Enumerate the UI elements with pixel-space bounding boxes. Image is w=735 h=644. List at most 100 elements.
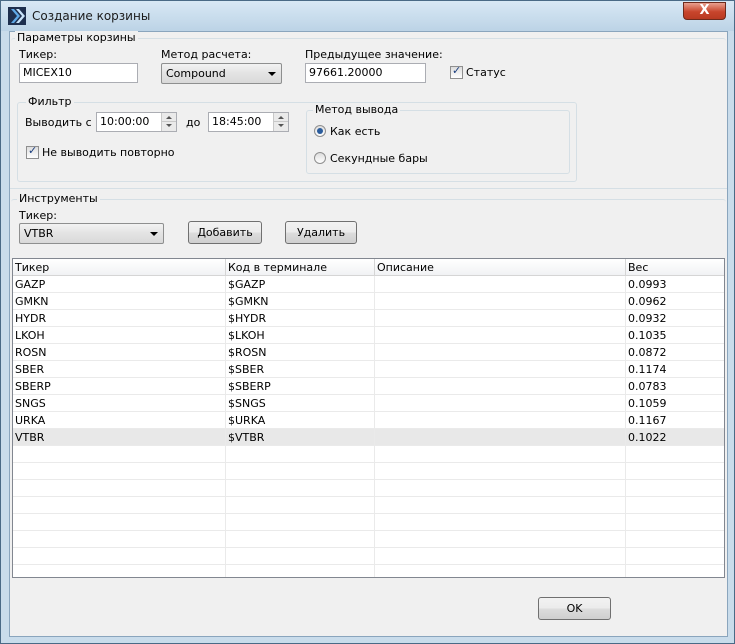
- from-time-input[interactable]: 10:00:00: [96, 112, 177, 132]
- cell-code: $SBER: [226, 361, 375, 378]
- cell-code: $ROSN: [226, 344, 375, 361]
- cell-ticker: GAZP: [13, 276, 226, 293]
- spin-down-icon[interactable]: [161, 122, 176, 131]
- column-header-code[interactable]: Код в терминале: [226, 259, 375, 276]
- instruments-table[interactable]: Тикер Код в терминале Описание Вес GAZP $…: [12, 258, 725, 578]
- instrument-ticker-value: VTBR: [24, 227, 54, 240]
- basket-params-legend: Параметры корзины: [15, 31, 138, 44]
- cell-weight: 0.0872: [626, 344, 724, 361]
- cell-ticker: SBERP: [13, 378, 226, 395]
- to-time-value: 18:45:00: [212, 115, 262, 128]
- cell-weight: 0.0993: [626, 276, 724, 293]
- spin-up-icon[interactable]: [161, 113, 176, 122]
- cell-ticker: VTBR: [13, 429, 226, 446]
- table-row[interactable]: [13, 446, 724, 463]
- second-bars-radio[interactable]: [314, 152, 326, 164]
- table-row[interactable]: SBER $SBER 0.1174: [13, 361, 724, 378]
- cell-ticker: URKA: [13, 412, 226, 429]
- cell-description: [375, 497, 626, 514]
- cell-weight: [626, 497, 724, 514]
- section-divider: [10, 188, 727, 189]
- cell-description: [375, 293, 626, 310]
- as-is-radio[interactable]: [314, 125, 326, 137]
- cell-description: [375, 344, 626, 361]
- dialog-window: Создание корзины X Параметры корзины Тик…: [0, 0, 735, 644]
- close-button[interactable]: X: [683, 2, 726, 20]
- output-method-legend: Метод вывода: [313, 103, 401, 116]
- delete-button[interactable]: Удалить: [285, 221, 357, 244]
- table-row[interactable]: [13, 531, 724, 548]
- table-row[interactable]: LKOH $LKOH 0.1035: [13, 327, 724, 344]
- table-header: Тикер Код в терминале Описание Вес: [13, 259, 724, 276]
- table-row[interactable]: [13, 497, 724, 514]
- ticker-input[interactable]: MICEX10: [19, 63, 138, 83]
- cell-weight: 0.0962: [626, 293, 724, 310]
- cell-ticker: [13, 548, 226, 565]
- spin-down-icon[interactable]: [273, 122, 288, 131]
- method-select-value: Compound: [166, 67, 226, 80]
- cell-weight: [626, 463, 724, 480]
- table-row[interactable]: SNGS $SNGS 0.1059: [13, 395, 724, 412]
- table-row[interactable]: URKA $URKA 0.1167: [13, 412, 724, 429]
- no-repeat-label: Не выводить повторно: [42, 146, 175, 159]
- cell-code: [226, 548, 375, 565]
- cell-code: [226, 565, 375, 577]
- cell-description: [375, 565, 626, 577]
- cell-weight: 0.1059: [626, 395, 724, 412]
- cell-code: $URKA: [226, 412, 375, 429]
- table-row[interactable]: ROSN $ROSN 0.0872: [13, 344, 724, 361]
- cell-description: [375, 276, 626, 293]
- cell-ticker: [13, 446, 226, 463]
- window-title: Создание корзины: [32, 9, 151, 23]
- cell-code: $SBERP: [226, 378, 375, 395]
- cell-weight: [626, 480, 724, 497]
- cell-weight: 0.1035: [626, 327, 724, 344]
- chevron-down-icon: [268, 72, 276, 76]
- table-row[interactable]: [13, 463, 724, 480]
- cell-code: $GAZP: [226, 276, 375, 293]
- cell-code: [226, 480, 375, 497]
- cell-ticker: [13, 463, 226, 480]
- table-row[interactable]: [13, 565, 724, 577]
- cell-code: [226, 497, 375, 514]
- ok-button[interactable]: OK: [538, 597, 611, 620]
- ticker-label: Тикер:: [19, 48, 57, 61]
- table-row[interactable]: [13, 548, 724, 565]
- table-row[interactable]: VTBR $VTBR 0.1022: [13, 429, 724, 446]
- method-select[interactable]: Compound: [161, 63, 282, 84]
- instrument-ticker-select[interactable]: VTBR: [19, 223, 164, 244]
- cell-ticker: [13, 531, 226, 548]
- column-header-weight[interactable]: Вес: [626, 259, 724, 276]
- column-header-description[interactable]: Описание: [375, 259, 626, 276]
- status-checkbox[interactable]: ✓: [450, 64, 463, 79]
- cell-weight: 0.0783: [626, 378, 724, 395]
- title-bar[interactable]: Создание корзины X: [1, 1, 734, 31]
- cell-weight: [626, 531, 724, 548]
- prev-value-input[interactable]: 97661.20000: [305, 63, 426, 83]
- column-header-ticker[interactable]: Тикер: [13, 259, 226, 276]
- table-row[interactable]: SBERP $SBERP 0.0783: [13, 378, 724, 395]
- second-bars-label: Секундные бары: [330, 152, 428, 165]
- table-row[interactable]: GMKN $GMKN 0.0962: [13, 293, 724, 310]
- prev-value-label: Предыдущее значение:: [305, 48, 443, 61]
- cell-code: [226, 514, 375, 531]
- cell-description: [375, 463, 626, 480]
- table-row[interactable]: HYDR $HYDR 0.0932: [13, 310, 724, 327]
- to-time-input[interactable]: 18:45:00: [208, 112, 289, 132]
- cell-code: $LKOH: [226, 327, 375, 344]
- cell-code: $SNGS: [226, 395, 375, 412]
- table-row[interactable]: [13, 480, 724, 497]
- method-label: Метод расчета:: [161, 48, 252, 61]
- add-button[interactable]: Добавить: [188, 221, 262, 244]
- cell-weight: 0.1167: [626, 412, 724, 429]
- from-time-value: 10:00:00: [100, 115, 150, 128]
- cell-description: [375, 361, 626, 378]
- spin-up-icon[interactable]: [273, 113, 288, 122]
- checkmark-icon: ✓: [28, 144, 38, 157]
- table-row[interactable]: [13, 514, 724, 531]
- cell-ticker: LKOH: [13, 327, 226, 344]
- cell-weight: 0.1174: [626, 361, 724, 378]
- no-repeat-checkbox[interactable]: ✓: [26, 144, 39, 159]
- filter-legend: Фильтр: [26, 95, 74, 108]
- table-row[interactable]: GAZP $GAZP 0.0993: [13, 276, 724, 293]
